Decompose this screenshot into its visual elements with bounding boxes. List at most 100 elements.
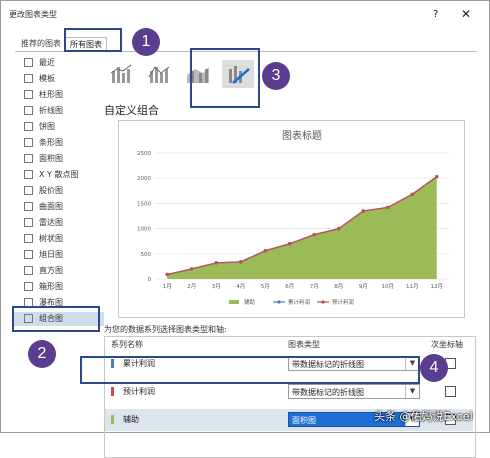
- step-badge-4: 4: [420, 354, 448, 382]
- header-series-name: 系列名称: [111, 340, 143, 349]
- y-tick-label: 500: [141, 252, 152, 258]
- legend-swatch: [229, 300, 239, 304]
- series-color-swatch: [111, 387, 114, 396]
- sidebar-item-label: X Y 散点图: [39, 170, 79, 179]
- chart-type-select[interactable]: 带数据标记的折线图 ▼: [288, 384, 420, 399]
- sidebar-item-9[interactable]: 曲面图: [24, 200, 63, 214]
- x-tick-label: 7月: [310, 283, 319, 290]
- highlight-box-tab: [64, 28, 122, 52]
- pie-chart-icon: [24, 122, 33, 131]
- x-tick-label: 10月: [382, 283, 395, 290]
- legend-label: 预计利润: [332, 298, 355, 306]
- sidebar-item-3[interactable]: 折线图: [24, 104, 63, 118]
- secondary-axis-checkbox[interactable]: [445, 386, 456, 397]
- treemap-icon: [24, 234, 33, 243]
- sidebar-item-label: 股价图: [39, 186, 63, 195]
- step-badge-2: 2: [28, 340, 56, 368]
- sidebar-item-label: 箱形图: [39, 282, 63, 291]
- sidebar-item-label: 模板: [39, 74, 55, 83]
- sidebar-item-4[interactable]: 饼图: [24, 120, 55, 134]
- data-point: [214, 261, 218, 265]
- preview-chart: 图表标题 0 500 1000 1500 2000 2500 1月 2月 3月 4月 5月 6月 7月 8月…: [137, 129, 449, 306]
- chart-type-value: 带数据标记的折线图: [292, 388, 364, 397]
- sidebar-item-label: 直方图: [39, 266, 63, 275]
- series-row: 预计利润 带数据标记的折线图 ▼: [105, 381, 473, 403]
- scatter-chart-icon: [24, 170, 33, 179]
- help-button[interactable]: ?: [433, 9, 438, 20]
- clustered-column-line-thumb[interactable]: [106, 60, 138, 88]
- highlight-box-helper-row: [80, 356, 420, 384]
- header-secondary-axis: 次坐标轴: [431, 340, 463, 349]
- sidebar-item-13[interactable]: 直方图: [24, 264, 63, 278]
- sidebar-item-label: 面积图: [39, 154, 63, 163]
- data-point: [190, 267, 194, 271]
- data-point: [239, 260, 243, 264]
- area-series: [167, 176, 437, 279]
- x-tick-label: 4月: [236, 283, 245, 290]
- series-name: 辅助: [123, 415, 139, 424]
- legend-label: 累计利润: [288, 298, 311, 306]
- series-name: 预计利润: [123, 387, 155, 396]
- sidebar-item-label: 曲面图: [39, 202, 63, 211]
- boxplot-icon: [24, 282, 33, 291]
- sidebar-item-6[interactable]: 面积图: [24, 152, 63, 166]
- x-tick-label: 5月: [261, 283, 270, 290]
- close-button[interactable]: ✕: [461, 7, 471, 21]
- chart-category-sidebar: 最近模板柱形图折线图饼图条形图面积图 X Y 散点图 股价图曲面图雷达图树状图旭日图…: [14, 52, 104, 402]
- sidebar-item-11[interactable]: 树状图: [24, 232, 63, 246]
- line-chart-icon: [24, 106, 33, 115]
- y-tick-label: 2000: [137, 176, 151, 182]
- sidebar-item-label: 折线图: [39, 106, 63, 115]
- sidebar-item-12[interactable]: 旭日图: [24, 248, 63, 262]
- dialog-title: 更改图表类型: [9, 10, 57, 19]
- column-chart-icon: [24, 90, 33, 99]
- data-point: [288, 242, 292, 246]
- chart-type-value: 面积图: [292, 416, 316, 425]
- sidebar-item-2[interactable]: 柱形图: [24, 88, 63, 102]
- x-tick-label: 11月: [406, 283, 419, 290]
- sunburst-icon: [24, 250, 33, 259]
- data-point: [165, 272, 169, 277]
- sidebar-item-5[interactable]: 条形图: [24, 136, 63, 150]
- clustered-column-line-secondary-thumb[interactable]: [144, 60, 176, 88]
- highlight-box-combo: [12, 306, 100, 332]
- x-tick-label: 8月: [334, 283, 343, 290]
- sidebar-item-7[interactable]: X Y 散点图: [24, 168, 78, 182]
- sidebar-item-1[interactable]: 模板: [24, 72, 55, 86]
- folder-icon: [24, 74, 33, 83]
- tab-recommended-charts[interactable]: 推荐的图表: [17, 37, 65, 51]
- sidebar-item-label: 条形图: [39, 138, 63, 147]
- sidebar-item-0[interactable]: 最近: [24, 56, 55, 70]
- section-title: 自定义组合: [104, 104, 159, 117]
- sidebar-item-8[interactable]: 股价图: [24, 184, 63, 198]
- y-tick-label: 2500: [137, 151, 151, 157]
- legend-label: 辅助: [244, 298, 256, 306]
- sidebar-item-label: 最近: [39, 58, 55, 67]
- series-table: 系列名称 图表类型 次坐标轴 累计利润 带数据标记的折线图 ▼ 预计利润 带数据标记的折…: [104, 336, 476, 458]
- data-point: [263, 249, 267, 253]
- y-tick-label: 0: [148, 277, 152, 283]
- chevron-down-icon[interactable]: ▼: [405, 385, 419, 398]
- bar-chart-icon: [24, 138, 33, 147]
- chart-preview: 图表标题 0 500 1000 1500 2000 2500 1月 2月 3月 4月 5月 6月 7月 8月…: [118, 120, 465, 318]
- data-point: [337, 226, 341, 231]
- x-tick-label: 6月: [285, 283, 294, 290]
- histogram-icon: [24, 266, 33, 275]
- sidebar-item-label: 树状图: [39, 234, 63, 243]
- step-badge-3: 3: [262, 62, 290, 90]
- watermark: 头条 @佑妈说Excel: [374, 410, 473, 423]
- x-tick-label: 12月: [431, 283, 444, 290]
- data-point: [312, 232, 316, 237]
- sidebar-item-10[interactable]: 雷达图: [24, 216, 63, 230]
- chart-title: 图表标题: [282, 129, 322, 142]
- x-tick-label: 9月: [359, 283, 368, 290]
- x-tick-label: 1月: [163, 283, 172, 290]
- sidebar-item-14[interactable]: 箱形图: [24, 280, 63, 294]
- sidebar-item-label: 饼图: [39, 122, 55, 131]
- legend-marker: [277, 300, 281, 304]
- data-point: [386, 205, 390, 210]
- y-tick-label: 1500: [137, 201, 151, 207]
- x-tick-label: 3月: [212, 283, 221, 290]
- data-point: [361, 209, 365, 213]
- radar-chart-icon: [24, 218, 33, 227]
